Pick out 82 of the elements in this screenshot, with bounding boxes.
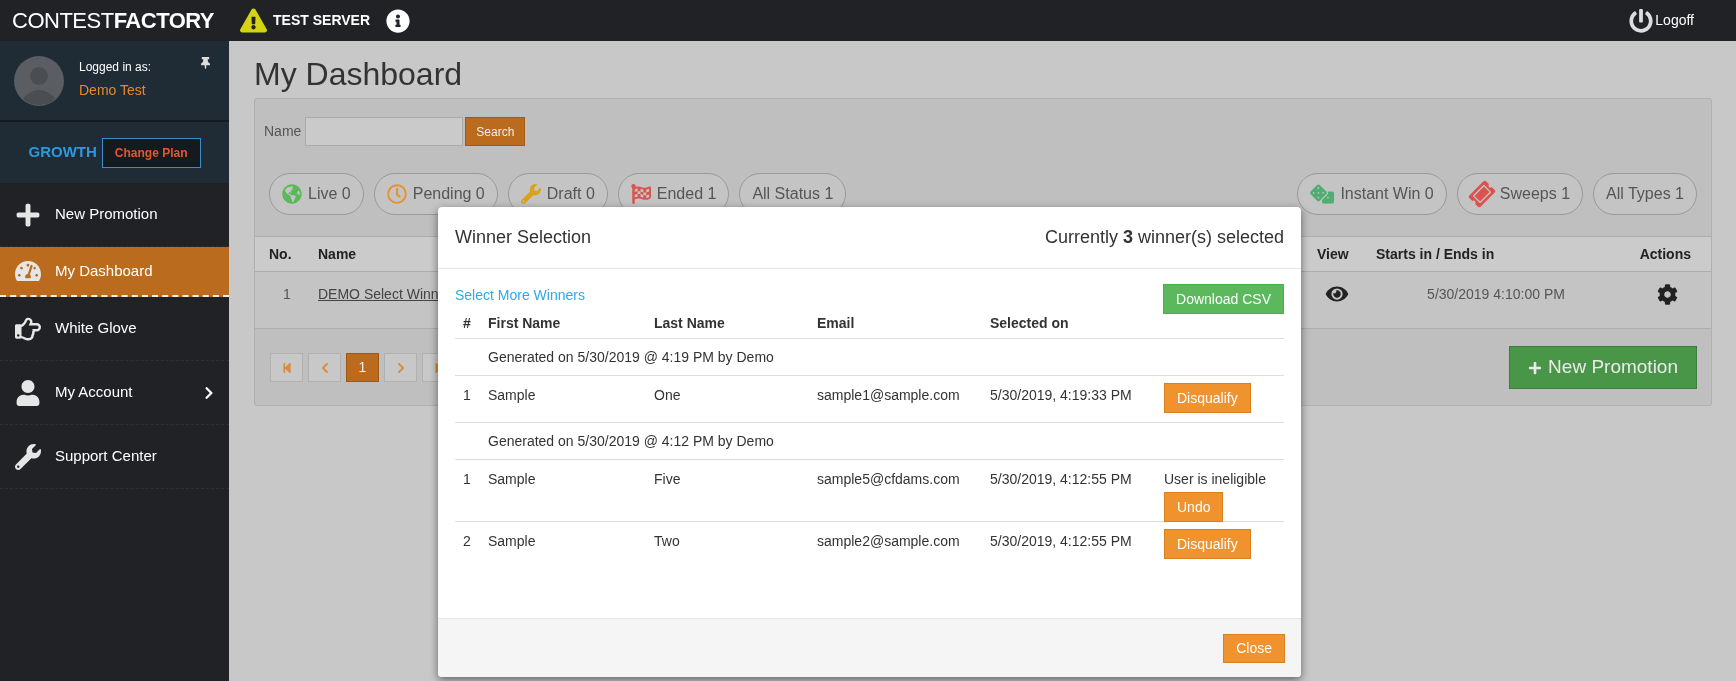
table-cell-text: Sample	[488, 470, 537, 489]
undo-button[interactable]: Undo	[1164, 492, 1224, 522]
filter-chip[interactable]: All Types 1	[1593, 173, 1697, 215]
search-button[interactable]: Search	[465, 117, 526, 146]
column-header: First Name	[488, 313, 562, 333]
pin-icon[interactable]	[200, 57, 211, 69]
chevron-left-icon	[319, 361, 330, 374]
column-header: Name	[317, 244, 358, 264]
plus-icon	[1528, 360, 1543, 375]
gauge-icon	[15, 258, 41, 284]
settings-icon[interactable]	[1657, 284, 1678, 305]
change-plan-button[interactable]: Change Plan	[101, 137, 201, 168]
pointing-hand-icon	[15, 315, 41, 342]
filter-chip[interactable]: Sweeps 1	[1456, 173, 1584, 215]
table-cell-text: 1	[462, 470, 472, 489]
column-header: Actions	[1638, 244, 1692, 264]
table-cell-text: Sample	[488, 386, 537, 405]
disqualify-button[interactable]: Disqualify	[1164, 529, 1251, 559]
table-cell-text: Two	[654, 532, 681, 551]
table-cell-text: Five	[654, 470, 682, 489]
select-more-winners-link[interactable]: Select More Winners	[455, 285, 585, 306]
clock-icon	[386, 184, 407, 204]
chevron-right-icon	[395, 361, 406, 374]
page-title: My Dashboard	[254, 55, 464, 94]
plus-icon	[15, 201, 41, 228]
user-name: Demo Test	[79, 81, 147, 100]
filter-chip[interactable]: Pending 0	[373, 173, 498, 215]
wrench-icon	[520, 184, 541, 204]
globe-icon	[282, 184, 302, 204]
group-caption: Generated on 5/30/2019 @ 4:12 PM by Demo	[488, 431, 775, 451]
nav-item[interactable]: My Account	[0, 361, 229, 425]
warning-icon	[240, 8, 268, 33]
table-cell-text: sample1@sample.com	[817, 386, 961, 405]
column-header: #	[462, 313, 472, 333]
info-icon[interactable]	[386, 8, 411, 33]
table-cell-text: sample5@cfdams.com	[817, 470, 961, 489]
user-icon	[15, 379, 41, 406]
nav-item[interactable]: My Dashboard	[0, 247, 229, 297]
avatar	[14, 56, 64, 106]
dice-icon	[1310, 182, 1335, 206]
plan-name: GROWTH	[28, 142, 97, 163]
column-header: No.	[268, 244, 293, 264]
dialog-title: Winner Selection	[455, 226, 592, 249]
chevron-right-icon	[204, 385, 214, 400]
winner-count: Currently 3 winner(s) selected	[1044, 226, 1284, 249]
server-label: TEST SERVER	[273, 11, 371, 30]
column-header: Selected on	[990, 313, 1070, 333]
page-button[interactable]: 1	[346, 353, 379, 382]
first-page-icon	[281, 361, 292, 374]
power-icon	[1629, 8, 1654, 33]
download-csv-button[interactable]: Download CSV	[1163, 284, 1284, 314]
filter-chip[interactable]: Live 0	[269, 173, 364, 215]
logoff-button[interactable]: Logoff	[1629, 8, 1694, 33]
table-cell-text: 2	[462, 532, 472, 551]
column-header: Last Name	[654, 313, 726, 333]
search-label: Name	[264, 122, 302, 141]
logged-in-label: Logged in as:	[79, 59, 152, 76]
nav-item[interactable]: White Glove	[0, 297, 229, 361]
eye-icon[interactable]	[1325, 284, 1349, 304]
table-cell-text: 5/30/2019, 4:12:55 PM	[990, 470, 1133, 489]
logo: CONTESTFACTORY	[12, 7, 215, 35]
table-cell-text: One	[654, 386, 682, 405]
column-header: Starts in / Ends in	[1375, 244, 1496, 264]
table-cell-text: 5/30/2019, 4:19:33 PM	[990, 386, 1133, 405]
table-cell-text: Sample	[488, 532, 537, 551]
disqualify-button[interactable]: Disqualify	[1164, 383, 1251, 413]
status-text: User is ineligible	[1164, 470, 1266, 489]
checkered-flag-icon	[630, 184, 651, 204]
table-cell-text: 1	[462, 386, 472, 405]
table-cell-text: 1	[282, 285, 292, 304]
close-button[interactable]: Close	[1223, 633, 1285, 663]
table-cell-text: sample2@sample.com	[817, 532, 961, 551]
group-caption: Generated on 5/30/2019 @ 4:19 PM by Demo	[488, 347, 775, 367]
nav-item[interactable]: Support Center	[0, 425, 229, 489]
column-header: Email	[817, 313, 856, 333]
column-header: View	[1316, 244, 1350, 264]
search-field[interactable]	[305, 117, 464, 146]
new-promotion-button[interactable]: New Promotion	[1509, 346, 1697, 389]
wrench-icon	[15, 443, 41, 470]
filter-chip[interactable]: Instant Win 0	[1297, 173, 1447, 215]
table-cell-text: 5/30/2019, 4:12:55 PM	[990, 532, 1133, 551]
table-cell-text: 5/30/2019 4:10:00 PM	[1426, 285, 1566, 304]
